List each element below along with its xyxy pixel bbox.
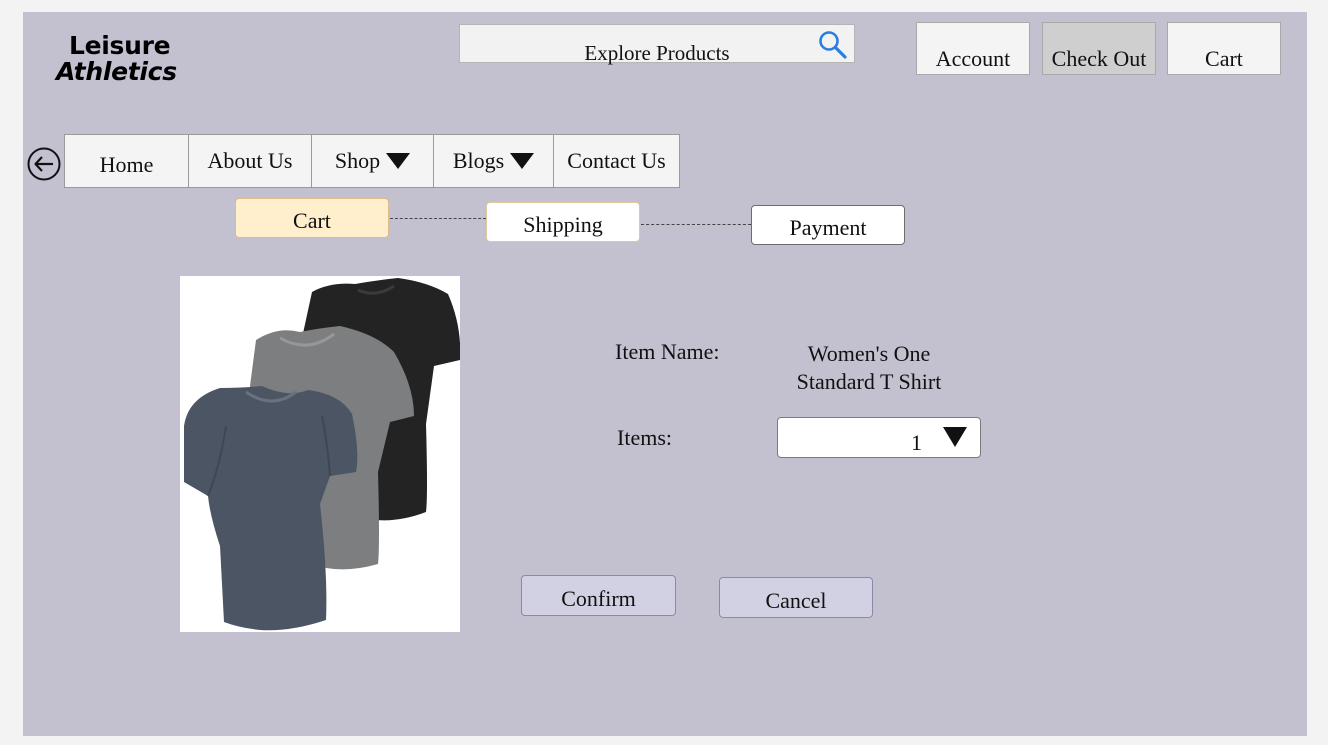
confirm-button[interactable]: Confirm xyxy=(521,575,676,616)
chevron-down-icon xyxy=(510,152,535,169)
nav-contact-us[interactable]: Contact Us xyxy=(554,135,679,187)
item-name-line-2: Standard T Shirt xyxy=(796,369,942,394)
checkout-button[interactable]: Check Out xyxy=(1042,22,1156,75)
step-cart-label: Cart xyxy=(293,208,331,233)
chevron-down-icon xyxy=(943,427,967,447)
step-connector xyxy=(390,218,486,219)
brand-logo[interactable]: Leisure Athletics xyxy=(56,33,177,85)
item-name-label: Item Name: xyxy=(615,339,720,364)
quantity-select[interactable]: 1 xyxy=(777,417,981,458)
nav-blogs-label: Blogs xyxy=(452,148,505,173)
nav-home[interactable]: Home xyxy=(65,135,189,187)
nav-home-label: Home xyxy=(99,152,154,177)
item-name-line-1: Women's One xyxy=(807,341,931,366)
item-name-value: Women's One Standard T Shirt xyxy=(780,340,958,396)
account-button-label: Account xyxy=(935,46,1011,71)
brand-line-2: Athletics xyxy=(56,57,177,86)
cart-button[interactable]: Cart xyxy=(1167,22,1281,75)
step-connector xyxy=(641,224,751,225)
search-icon[interactable] xyxy=(817,29,849,61)
confirm-button-label: Confirm xyxy=(561,586,636,611)
checkout-button-label: Check Out xyxy=(1051,46,1147,71)
step-cart[interactable]: Cart xyxy=(235,198,389,238)
brand-line-1: Leisure xyxy=(69,31,171,60)
cancel-button[interactable]: Cancel xyxy=(719,577,873,618)
search-placeholder: Explore Products xyxy=(584,41,730,65)
quantity-value: 1 xyxy=(911,430,922,455)
back-arrow-icon[interactable] xyxy=(27,147,61,181)
nav-about-label: About Us xyxy=(207,148,293,173)
product-image xyxy=(180,276,460,632)
search-bar[interactable]: Explore Products xyxy=(459,24,855,65)
account-button[interactable]: Account xyxy=(916,22,1030,75)
cart-button-label: Cart xyxy=(1205,46,1243,71)
nav-about-us[interactable]: About Us xyxy=(189,135,312,187)
nav-shop[interactable]: Shop xyxy=(312,135,434,187)
step-payment-label: Payment xyxy=(789,215,867,240)
nav-blogs[interactable]: Blogs xyxy=(434,135,554,187)
chevron-down-icon xyxy=(386,152,411,169)
items-label: Items: xyxy=(617,425,672,450)
nav-contact-label: Contact Us xyxy=(567,148,666,173)
step-shipping-label: Shipping xyxy=(523,212,603,237)
main-nav: Home About Us Shop Blogs Contact Us xyxy=(64,134,680,188)
nav-shop-label: Shop xyxy=(334,148,381,173)
step-shipping[interactable]: Shipping xyxy=(486,202,640,242)
step-payment[interactable]: Payment xyxy=(751,205,905,245)
cancel-button-label: Cancel xyxy=(765,588,827,613)
